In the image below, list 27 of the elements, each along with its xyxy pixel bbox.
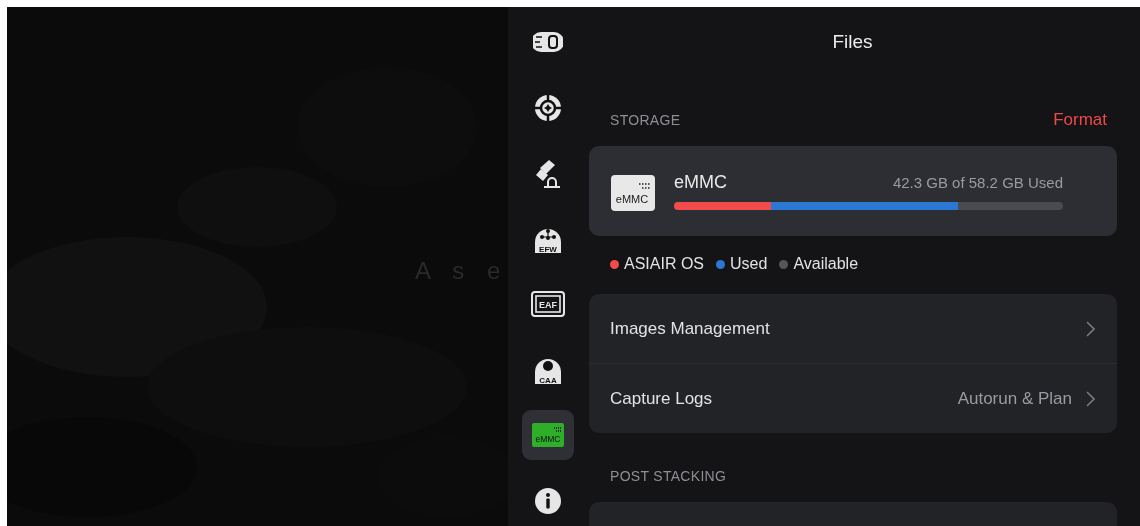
sidebar-item[interactable]: eMMC [522,410,574,461]
usage-text: 42.3 GB of 58.2 GB Used [892,174,1063,191]
device-name: eMMC [674,172,727,193]
crosshair-icon [534,93,562,122]
focuser-icon: EAF [531,291,565,318]
memory-chip-icon: eMMC [611,175,655,211]
sidebar-item[interactable]: EFW [522,213,574,264]
legend-label: Available [793,255,859,273]
memory-chip-icon: eMMC [532,423,564,448]
chevron-icon [1086,320,1095,337]
camera-icon [533,30,563,54]
legend-label: ASIAIR OS [624,255,705,273]
row-label: Capture Logs [610,388,713,409]
sidebar-item[interactable]: EAF [522,279,574,330]
legend-label: Used [730,255,768,273]
telescope-icon [534,158,562,189]
section-heading: POST STACKING [609,468,728,484]
row-value: Autorun & Plan [957,388,1072,409]
menu-row[interactable]: Images Management [589,294,1117,364]
section-heading: STORAGE [610,112,681,128]
menu-row[interactable]: Capture Logs Autorun & Plan [589,364,1117,433]
format-button[interactable]: Format [1053,110,1107,130]
sidebar-item[interactable]: CAA [522,344,574,395]
chevron-icon [1086,390,1095,407]
row-label: Images Management [610,318,770,339]
info-icon [534,486,562,515]
panel-title: Files [831,30,874,54]
